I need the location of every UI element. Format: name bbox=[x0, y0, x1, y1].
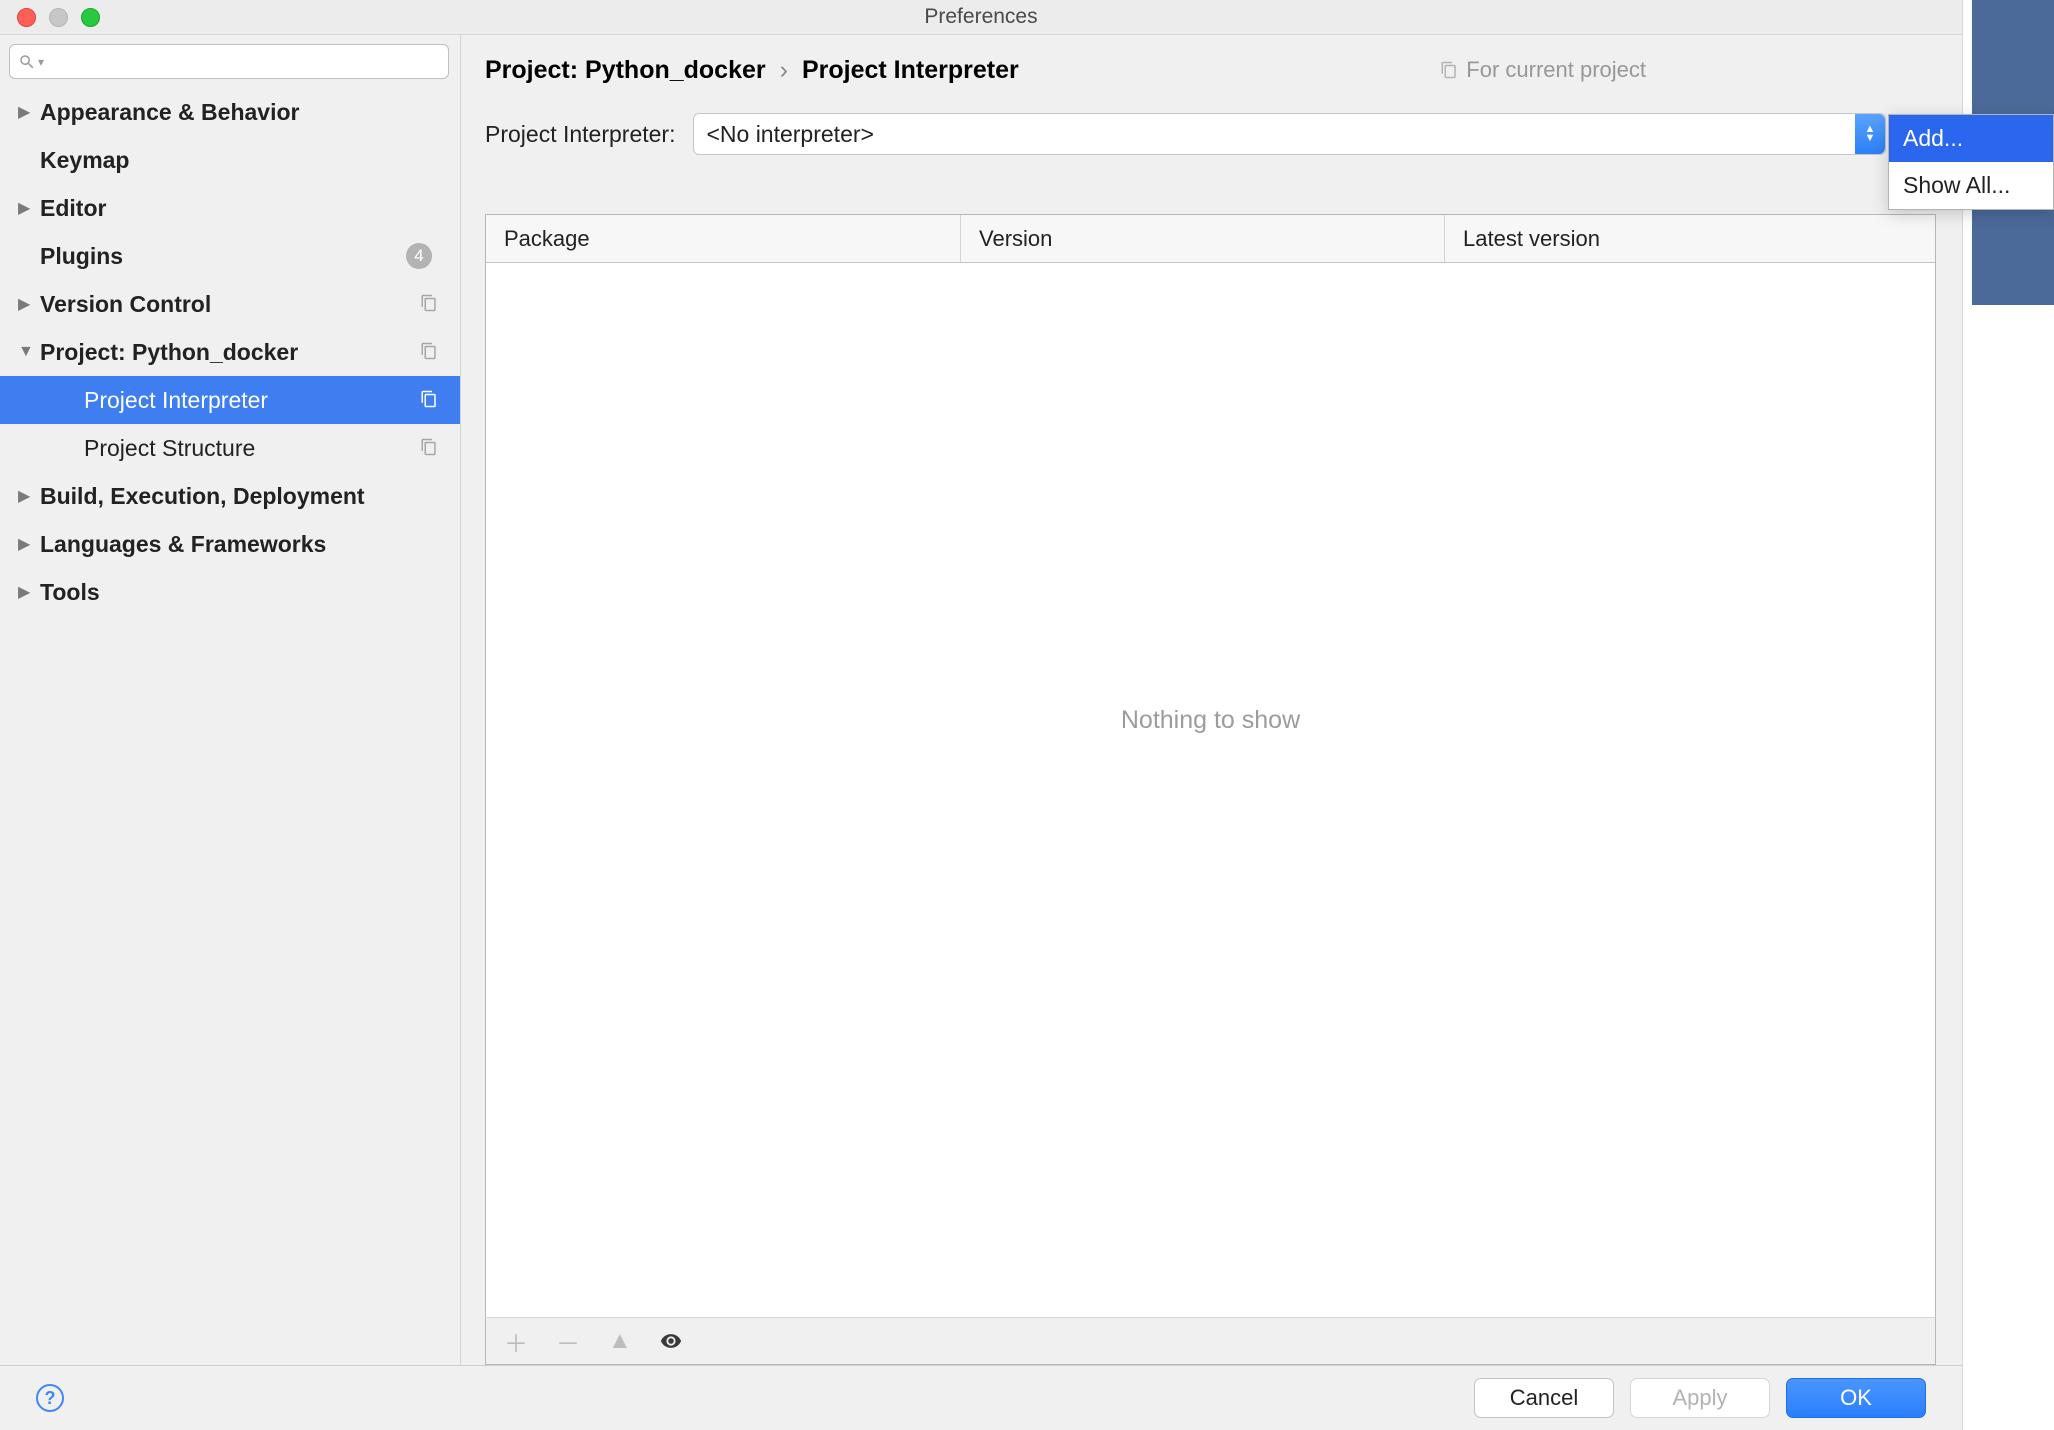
sidebar-item-label: Editor bbox=[40, 195, 460, 222]
sidebar-item-label: Appearance & Behavior bbox=[40, 99, 460, 126]
breadcrumb: Project: Python_docker › Project Interpr… bbox=[485, 56, 1019, 85]
sidebar-item-languages[interactable]: ▶Languages & Frameworks bbox=[0, 520, 460, 568]
chevron-right-icon: ▶ bbox=[18, 582, 40, 602]
column-version[interactable]: Version bbox=[961, 215, 1445, 262]
add-package-button[interactable]: ＋ bbox=[504, 1324, 528, 1359]
chevron-right-icon: ▶ bbox=[18, 486, 40, 506]
sidebar-item-project-interpreter[interactable]: Project Interpreter bbox=[0, 376, 460, 424]
search-icon bbox=[18, 53, 36, 71]
settings-tree: ▶Appearance & Behavior Keymap ▶Editor Pl… bbox=[0, 88, 460, 1365]
show-early-releases-button[interactable] bbox=[660, 1330, 682, 1352]
sidebar-item-label: Build, Execution, Deployment bbox=[40, 483, 460, 510]
search-input[interactable]: ▾ bbox=[9, 44, 449, 79]
copy-icon bbox=[420, 387, 438, 414]
sidebar-item-project-structure[interactable]: Project Structure bbox=[0, 424, 460, 472]
cancel-button[interactable]: Cancel bbox=[1474, 1378, 1614, 1418]
chevron-down-icon: ▼ bbox=[18, 343, 40, 361]
chevron-right-icon: ▶ bbox=[18, 102, 40, 122]
maximize-window-button[interactable] bbox=[81, 8, 100, 27]
sidebar-item-label: Project Structure bbox=[84, 435, 460, 462]
dialog-footer: ? Cancel Apply OK bbox=[0, 1365, 1962, 1430]
sidebar-item-editor[interactable]: ▶Editor bbox=[0, 184, 460, 232]
sidebar-item-tools[interactable]: ▶Tools bbox=[0, 568, 460, 616]
interpreter-options-popup: Add... Show All... bbox=[1888, 114, 2054, 210]
upgrade-package-button[interactable]: ▲ bbox=[608, 1327, 632, 1355]
sidebar-item-label: Project: Python_docker bbox=[40, 339, 460, 366]
help-button[interactable]: ? bbox=[36, 1384, 64, 1412]
sidebar-item-project[interactable]: ▼Project: Python_docker bbox=[0, 328, 460, 376]
copy-icon bbox=[420, 435, 438, 462]
interpreter-label: Project Interpreter: bbox=[485, 121, 675, 148]
for-current-project-label: For current project bbox=[1440, 57, 1646, 83]
chevron-right-icon: ▶ bbox=[18, 294, 40, 314]
remove-package-button[interactable]: － bbox=[556, 1324, 580, 1359]
breadcrumb-separator: › bbox=[780, 56, 788, 85]
sidebar-item-version-control[interactable]: ▶Version Control bbox=[0, 280, 460, 328]
updown-icon: ▲▼ bbox=[1855, 114, 1885, 154]
sidebar-item-appearance[interactable]: ▶Appearance & Behavior bbox=[0, 88, 460, 136]
popup-item-add[interactable]: Add... bbox=[1889, 115, 2053, 162]
sidebar-item-label: Languages & Frameworks bbox=[40, 531, 460, 558]
column-package[interactable]: Package bbox=[486, 215, 961, 262]
apply-button[interactable]: Apply bbox=[1630, 1378, 1770, 1418]
copy-icon bbox=[1440, 61, 1458, 79]
sidebar-item-build[interactable]: ▶Build, Execution, Deployment bbox=[0, 472, 460, 520]
breadcrumb-page: Project Interpreter bbox=[802, 56, 1019, 85]
packages-table-header: Package Version Latest version bbox=[486, 215, 1935, 263]
window-title: Preferences bbox=[924, 5, 1037, 29]
sidebar-item-label: Plugins bbox=[40, 243, 406, 270]
preferences-window: Preferences ▾ ▶Appearance & Behavior Key… bbox=[0, 0, 1963, 1430]
ok-button[interactable]: OK bbox=[1786, 1378, 1926, 1418]
packages-table: Package Version Latest version Nothing t… bbox=[485, 214, 1936, 1318]
sidebar-item-label: Project Interpreter bbox=[84, 387, 460, 414]
main-panel: Project: Python_docker › Project Interpr… bbox=[461, 35, 1962, 1365]
sidebar-item-keymap[interactable]: Keymap bbox=[0, 136, 460, 184]
interpreter-value: <No interpreter> bbox=[706, 121, 873, 148]
breadcrumb-project: Project: Python_docker bbox=[485, 56, 766, 85]
copy-icon bbox=[420, 291, 438, 318]
plugins-badge: 4 bbox=[406, 243, 432, 269]
titlebar: Preferences bbox=[0, 0, 1962, 35]
sidebar-item-plugins[interactable]: Plugins4 bbox=[0, 232, 460, 280]
sidebar-item-label: Keymap bbox=[40, 147, 460, 174]
chevron-right-icon: ▶ bbox=[18, 534, 40, 554]
copy-icon bbox=[420, 339, 438, 366]
packages-empty-label: Nothing to show bbox=[486, 263, 1935, 1317]
column-latest[interactable]: Latest version bbox=[1445, 215, 1935, 262]
popup-item-show-all[interactable]: Show All... bbox=[1889, 162, 2053, 209]
search-dropdown-chevron-icon: ▾ bbox=[38, 55, 44, 69]
minimize-window-button[interactable] bbox=[49, 8, 68, 27]
packages-toolbar: ＋ － ▲ bbox=[485, 1317, 1936, 1365]
interpreter-select[interactable]: <No interpreter> ▲▼ bbox=[693, 113, 1886, 155]
chevron-right-icon: ▶ bbox=[18, 198, 40, 218]
sidebar: ▾ ▶Appearance & Behavior Keymap ▶Editor … bbox=[0, 35, 461, 1365]
sidebar-item-label: Version Control bbox=[40, 291, 460, 318]
close-window-button[interactable] bbox=[17, 8, 36, 27]
sidebar-item-label: Tools bbox=[40, 579, 460, 606]
